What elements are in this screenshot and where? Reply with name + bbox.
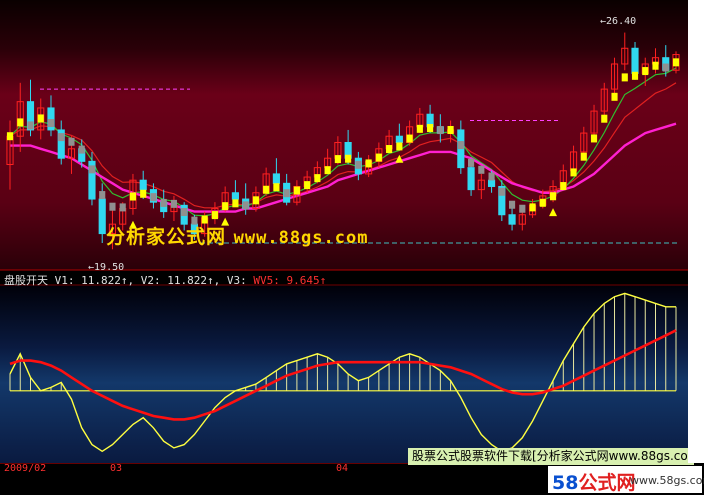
indicator-name: 盘股开天 bbox=[4, 274, 48, 287]
step-block bbox=[590, 134, 598, 143]
step-block bbox=[375, 153, 382, 162]
step-block bbox=[652, 61, 659, 70]
step-block bbox=[314, 174, 321, 183]
step-block bbox=[181, 207, 188, 216]
logo-number: 58 bbox=[552, 472, 579, 494]
step-block bbox=[447, 125, 454, 134]
step-block bbox=[478, 165, 485, 174]
logo-mark: 58公式网 bbox=[552, 468, 635, 495]
watermark: 分析家公式网 www.88gs.com bbox=[106, 222, 368, 249]
watermark-cn: 分析家公式网 bbox=[106, 226, 227, 248]
step-block bbox=[119, 203, 126, 212]
step-block bbox=[365, 159, 372, 168]
logo-cn: 公式网 bbox=[578, 472, 636, 494]
step-block bbox=[457, 141, 464, 150]
indicator-v3-value: 9.645↑ bbox=[286, 274, 327, 287]
logo-domain: www.58gs.com bbox=[630, 474, 704, 487]
step-block bbox=[324, 166, 331, 175]
candle-body bbox=[272, 173, 280, 184]
step-block bbox=[88, 165, 96, 174]
right-margin bbox=[688, 0, 704, 463]
site-logo[interactable]: 58公式网 www.58gs.com bbox=[548, 466, 704, 495]
indicator-title: 盘股开天 V1: 11.822↑, V2: 11.822↑, V3: WV5: … bbox=[4, 272, 326, 288]
step-block bbox=[580, 152, 587, 161]
step-block bbox=[222, 202, 229, 211]
step-block bbox=[273, 183, 280, 192]
step-block bbox=[37, 114, 44, 123]
watermark-url: www.88gs.com bbox=[233, 228, 369, 248]
step-block bbox=[150, 193, 157, 202]
step-block bbox=[488, 172, 495, 181]
indicator-v3: V3: bbox=[226, 274, 247, 287]
download-banner[interactable]: 股票公式股票软件下载[分析家公式网www.88gs.com] bbox=[408, 448, 694, 465]
step-block bbox=[611, 92, 618, 101]
step-block bbox=[427, 124, 434, 133]
step-block bbox=[642, 67, 649, 76]
candle-body bbox=[139, 179, 147, 191]
high-price-value: 26.40 bbox=[606, 16, 637, 27]
step-block bbox=[263, 185, 270, 194]
step-block bbox=[283, 189, 290, 198]
step-block bbox=[334, 155, 341, 164]
step-block bbox=[68, 137, 75, 146]
step-block bbox=[621, 73, 628, 82]
step-block bbox=[539, 198, 546, 207]
step-block bbox=[508, 200, 516, 209]
step-block bbox=[468, 158, 475, 167]
step-block bbox=[140, 189, 147, 198]
date-label-2: 03 bbox=[110, 463, 123, 474]
step-block bbox=[396, 142, 403, 151]
step-block bbox=[416, 124, 423, 133]
indicator-v2: V2: 11.822↑, bbox=[140, 274, 221, 287]
step-block bbox=[170, 199, 178, 208]
step-block bbox=[232, 199, 239, 208]
date-label-3: 04 bbox=[336, 463, 349, 474]
step-block bbox=[560, 182, 567, 191]
step-block bbox=[129, 192, 137, 201]
step-block bbox=[304, 181, 311, 190]
step-block bbox=[17, 118, 24, 127]
step-block bbox=[549, 192, 557, 201]
high-price-label: ←26.40 bbox=[600, 16, 637, 27]
candle-body bbox=[231, 192, 239, 200]
candle-body bbox=[631, 47, 639, 74]
candle-body bbox=[487, 179, 496, 187]
step-block bbox=[386, 145, 393, 154]
step-block bbox=[109, 202, 116, 211]
indicator-v3-name: WV5: bbox=[253, 274, 280, 287]
date-label-1: 2009/02 bbox=[4, 463, 47, 474]
step-block bbox=[601, 114, 608, 123]
step-block bbox=[211, 211, 218, 220]
step-block bbox=[345, 154, 352, 163]
step-block bbox=[519, 204, 526, 213]
step-block bbox=[529, 203, 536, 212]
step-block bbox=[160, 198, 167, 207]
step-block bbox=[6, 132, 14, 141]
step-block bbox=[498, 187, 505, 196]
step-block bbox=[293, 186, 300, 195]
step-block bbox=[47, 119, 55, 128]
stock-chart-window: ←26.40 ←19.50 分析家公式网 www.88gs.com 盘股开天 V… bbox=[0, 0, 704, 495]
step-block bbox=[355, 160, 362, 169]
candle-body bbox=[508, 214, 516, 225]
step-block bbox=[406, 134, 413, 143]
step-block bbox=[662, 63, 669, 72]
step-block bbox=[631, 71, 639, 80]
step-block bbox=[242, 201, 249, 210]
candle-body bbox=[395, 135, 403, 143]
step-block bbox=[78, 145, 85, 154]
candle-body bbox=[467, 167, 475, 191]
step-block bbox=[672, 58, 680, 67]
step-block bbox=[27, 121, 34, 130]
candle-body bbox=[98, 198, 106, 235]
step-block bbox=[58, 133, 65, 142]
step-block bbox=[252, 196, 259, 205]
indicator-v1: V1: 11.822↑, bbox=[54, 274, 135, 287]
step-block bbox=[437, 126, 444, 135]
step-block bbox=[99, 191, 106, 200]
step-block bbox=[570, 168, 577, 177]
